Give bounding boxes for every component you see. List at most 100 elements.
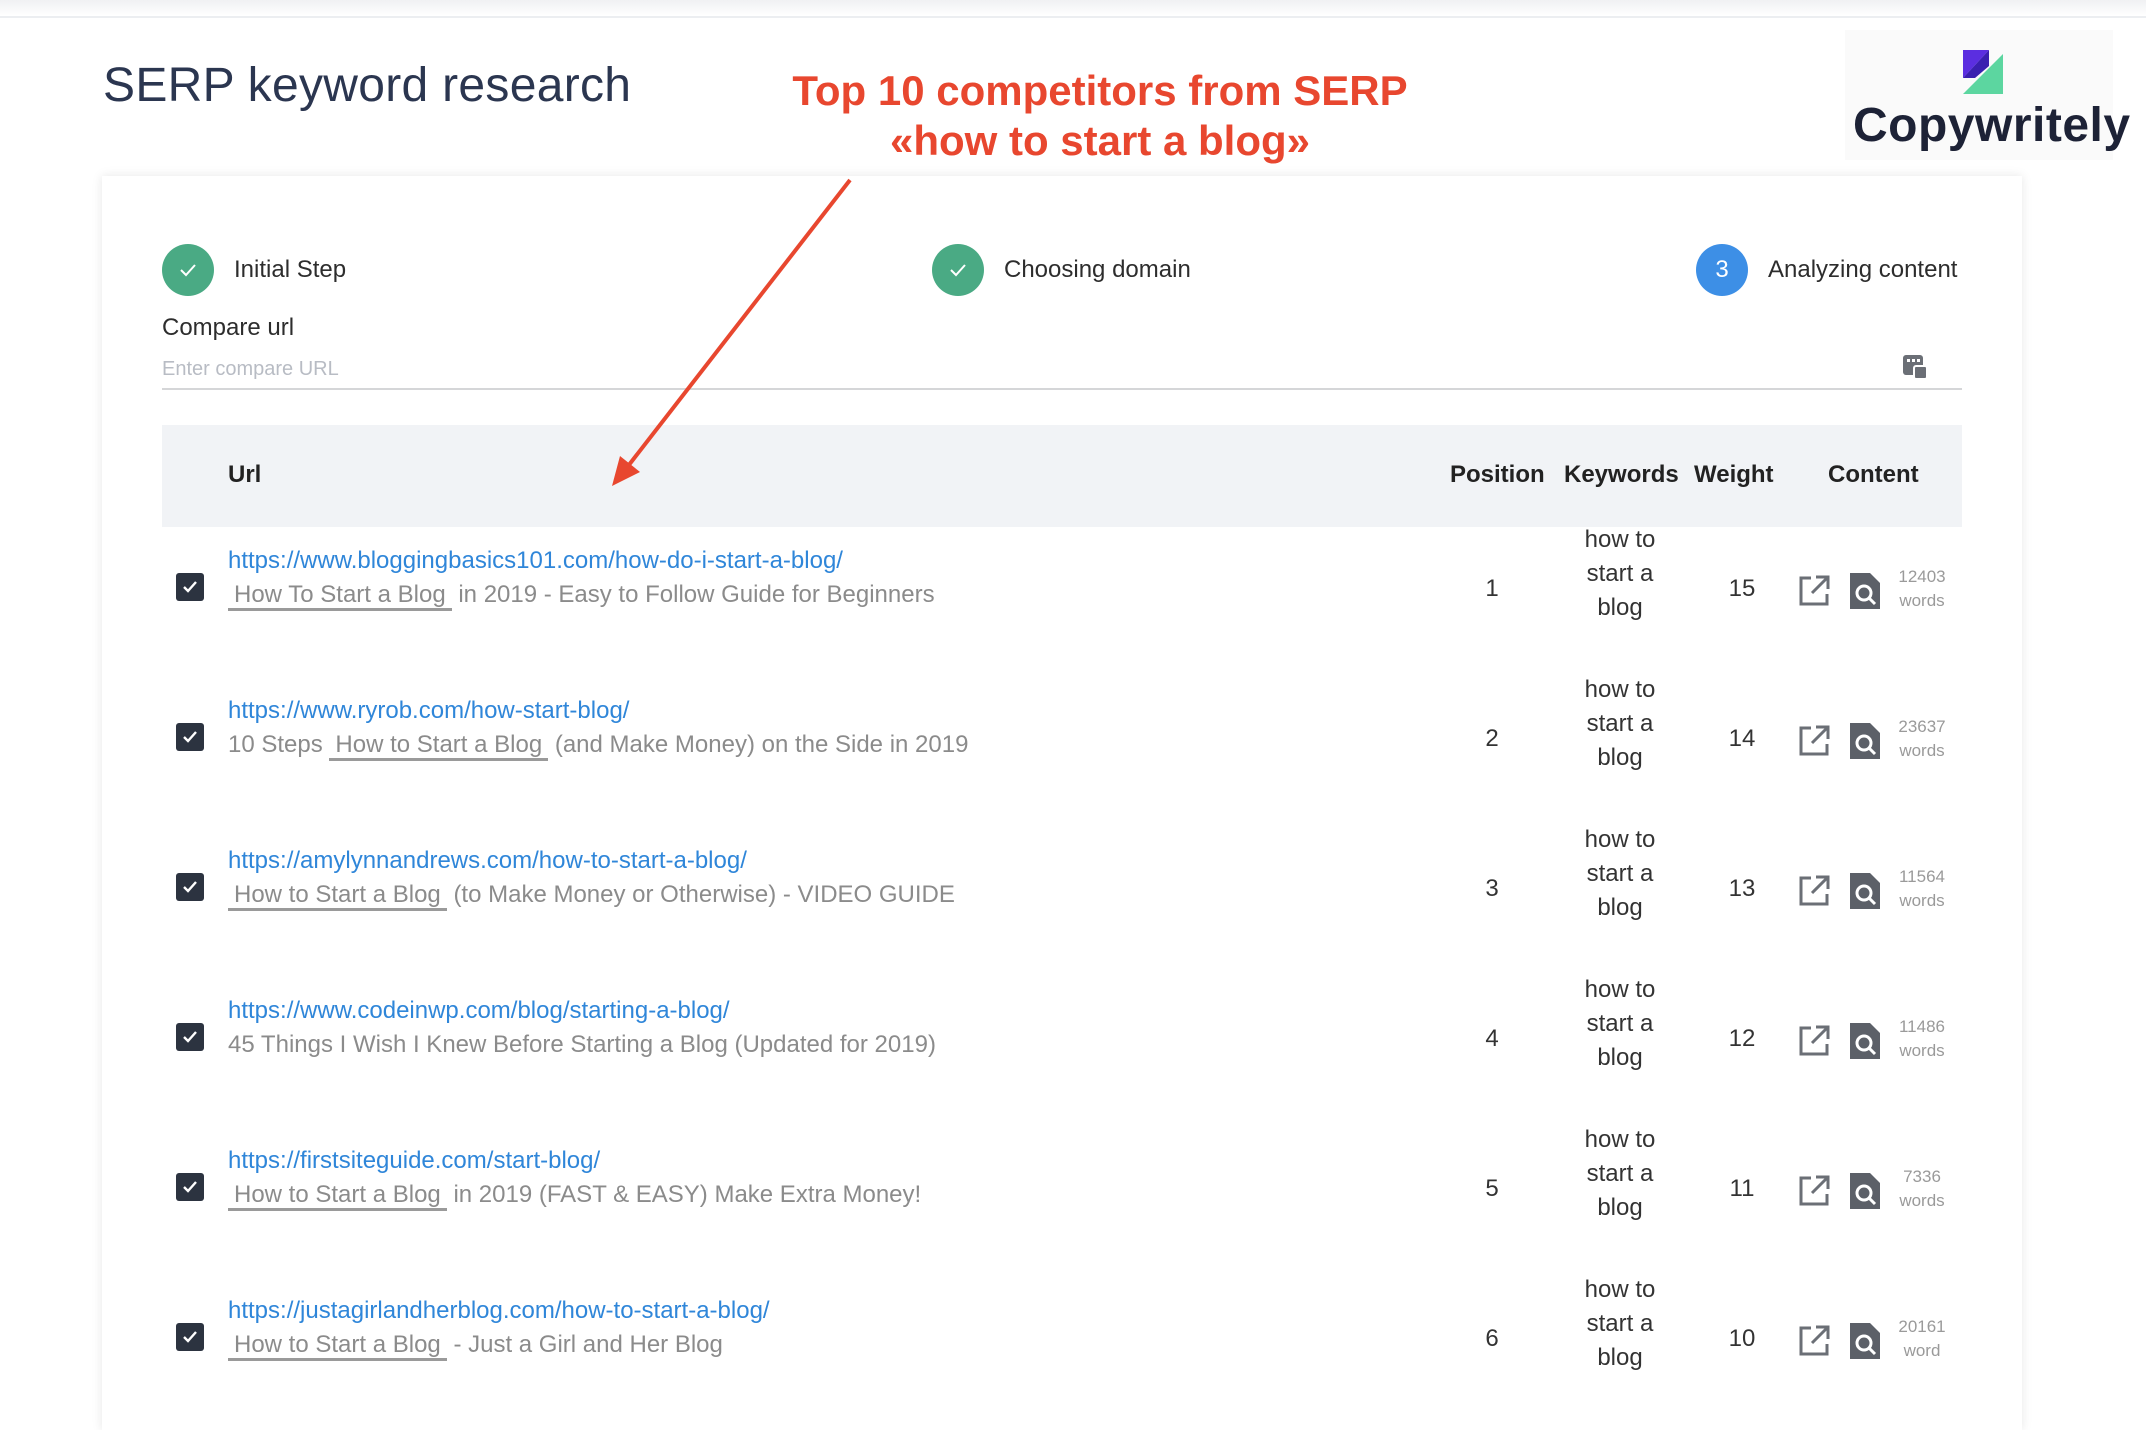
column-header-content[interactable]: Content [1828,461,1919,489]
keyword-line: start a [1586,860,1654,887]
row-checkbox[interactable] [176,1323,204,1351]
competitor-url-link[interactable]: https://justagirlandherblog.com/how-to-s… [228,1297,770,1325]
check-icon [932,244,984,296]
keyword-line: how to [1584,676,1656,703]
analyze-document-icon[interactable] [1848,1021,1882,1061]
row-checkbox[interactable] [176,1173,204,1201]
paste-icon[interactable] [1900,352,1930,382]
position-value: 4 [1485,1025,1499,1052]
table-row: https://justagirlandherblog.com/how-to-s… [162,1273,1962,1423]
word-count-unit: words [1899,591,1945,610]
keyword-line: start a [1586,560,1654,587]
analyze-document-icon[interactable] [1848,721,1882,761]
keyword-line: blog [1597,744,1643,771]
step-label: Analyzing content [1768,256,1958,283]
keyword-line: start a [1586,1160,1654,1187]
competitor-url-link[interactable]: https://www.ryrob.com/how-start-blog/ [228,697,629,725]
keyword-line: how to [1584,976,1656,1003]
competitor-url-link[interactable]: https://www.bloggingbasics101.com/how-do… [228,547,843,575]
top-border [0,0,2146,18]
weight-value: 10 [1728,1325,1756,1352]
open-external-icon[interactable] [1796,723,1832,759]
word-count-unit: words [1899,1041,1945,1060]
table-row: https://www.codeinwp.com/blog/starting-a… [162,973,1962,1123]
table-row: https://www.bloggingbasics101.com/how-do… [162,523,1962,673]
position-value: 2 [1485,725,1499,752]
word-count-number: 20161 [1898,1317,1946,1336]
annotation: Top 10 competitors from SERP «how to sta… [700,66,1500,166]
keyword-line: how to [1584,826,1656,853]
word-count-unit: words [1899,741,1945,760]
keyword-highlight: How to Start a Blog [228,1181,447,1211]
annotation-line-2: «how to start a blog» [889,117,1311,164]
compare-url-input[interactable] [162,350,1962,390]
word-count: 11564 words [1884,865,1960,913]
weight-value: 14 [1728,725,1756,752]
weight-value: 11 [1729,1175,1755,1202]
row-checkbox[interactable] [176,873,204,901]
row-checkbox[interactable] [176,1023,204,1051]
step-analyzing-content: 3 Analyzing content [1696,244,1957,296]
step-initial: Initial Step [162,244,346,296]
open-external-icon[interactable] [1796,1173,1832,1209]
word-count-number: 11486 [1898,1017,1945,1036]
checkmark-icon [183,1331,197,1343]
title-text: in 2019 (FAST & EASY) Make Extra Money! [453,1181,922,1208]
keywords-value: how to start a blog [1560,973,1680,1075]
keywords-value: how to start a blog [1560,823,1680,925]
column-header-position[interactable]: Position [1450,461,1545,489]
table-row: https://firstsiteguide.com/start-blog/Ho… [162,1123,1962,1273]
keyword-highlight: How To Start a Blog [228,581,452,611]
open-external-icon[interactable] [1796,1023,1832,1059]
annotation-line-1: Top 10 competitors from SERP [792,67,1408,114]
checkmark-icon [183,1181,197,1193]
keyword-line: how to [1584,526,1656,553]
analyze-document-icon[interactable] [1848,871,1882,911]
check-icon [162,244,214,296]
keyword-line: blog [1597,594,1643,621]
position-value: 1 [1485,575,1499,602]
table-header: Url Position Keywords Weight Content [162,425,1962,527]
word-count: 23637 words [1884,715,1960,763]
competitor-title: How to Start a Blog - Just a Girl and He… [228,1331,723,1361]
step-label: Choosing domain [1004,256,1191,283]
step-label: Initial Step [234,256,347,283]
competitor-url-link[interactable]: https://firstsiteguide.com/start-blog/ [228,1147,600,1175]
column-header-weight[interactable]: Weight [1694,461,1774,489]
keyword-highlight: How to Start a Blog [228,1331,447,1361]
step-choosing-domain: Choosing domain [932,244,1191,296]
analyze-document-icon[interactable] [1848,1321,1882,1361]
position-value: 3 [1485,875,1499,902]
position-value: 5 [1485,1175,1499,1202]
column-header-url[interactable]: Url [228,461,261,489]
keyword-line: start a [1586,710,1654,737]
analyze-document-icon[interactable] [1848,571,1882,611]
keywords-value: how to start a blog [1560,523,1680,625]
step-number: 3 [1696,244,1748,296]
competitor-url-link[interactable]: https://amylynnandrews.com/how-to-start-… [228,847,747,875]
word-count-unit: word [1903,1341,1941,1360]
word-count: 7336 words [1884,1165,1960,1213]
keyword-line: how to [1584,1126,1656,1153]
row-checkbox[interactable] [176,723,204,751]
word-count-number: 23637 [1898,717,1946,736]
keyword-line: how to [1584,1276,1656,1303]
table-row: https://www.ryrob.com/how-start-blog/10 … [162,673,1962,823]
open-external-icon[interactable] [1796,1323,1832,1359]
weight-value: 13 [1728,875,1756,902]
row-checkbox[interactable] [176,573,204,601]
keyword-line: start a [1586,1010,1654,1037]
competitor-url-link[interactable]: https://www.codeinwp.com/blog/starting-a… [228,997,730,1025]
title-text: in 2019 - Easy to Follow Guide for Begin… [458,581,935,608]
analyze-document-icon[interactable] [1848,1171,1882,1211]
open-external-icon[interactable] [1796,573,1832,609]
keyword-line: blog [1597,894,1643,921]
column-header-keywords[interactable]: Keywords [1564,461,1679,489]
keyword-line: blog [1597,1044,1643,1071]
word-count: 12403 words [1884,565,1960,613]
keyword-highlight: How to Start a Blog [228,881,447,911]
competitor-title: How To Start a Blog in 2019 - Easy to Fo… [228,581,935,611]
word-count-number: 7336 [1903,1167,1941,1186]
open-external-icon[interactable] [1796,873,1832,909]
word-count-number: 11564 [1898,867,1945,886]
